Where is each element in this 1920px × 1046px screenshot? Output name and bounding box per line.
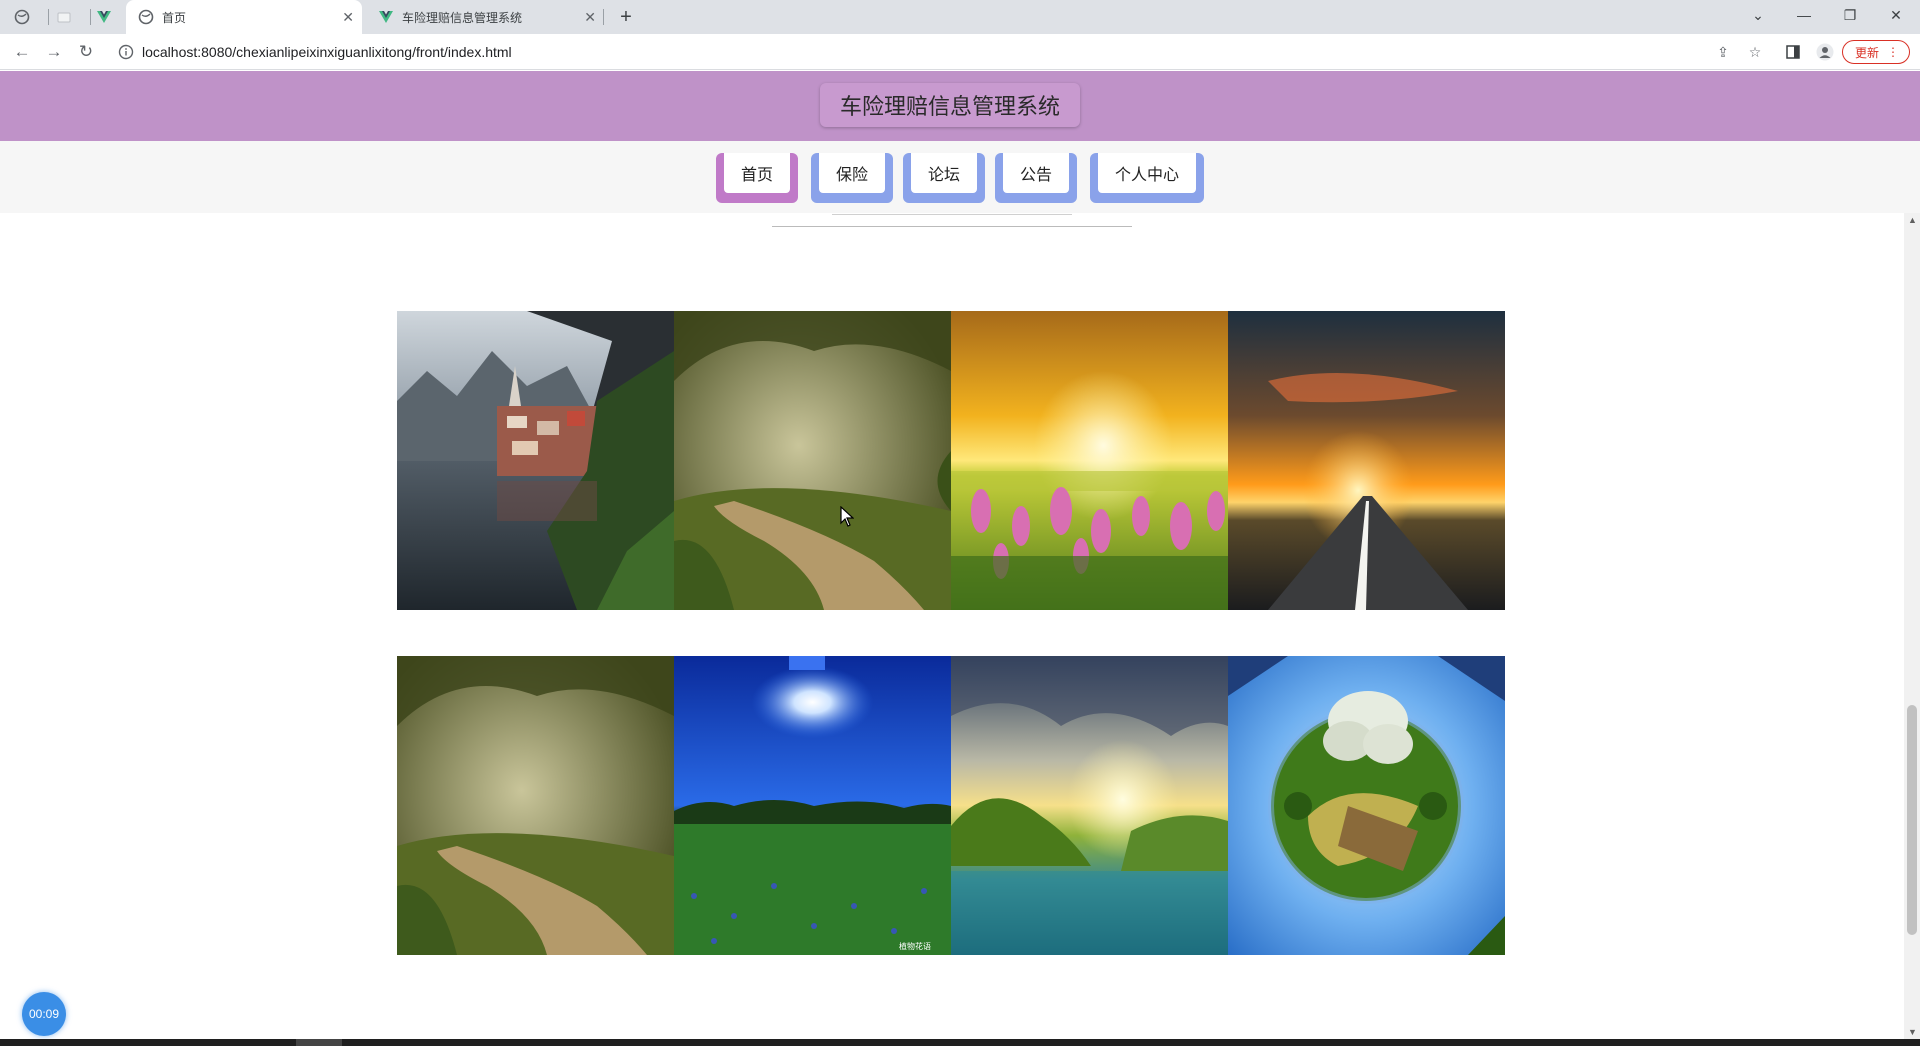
bookmark-star-icon[interactable]: ☆ [1746,43,1764,61]
nav-forum[interactable]: 论坛 [903,153,985,203]
nav-label: 保险 [819,153,885,193]
side-panel-icon[interactable] [1784,43,1802,61]
blank-page-icon [56,9,72,25]
bottom-taskbar [0,1039,1920,1046]
nav-label: 公告 [1003,153,1069,193]
vue-logo-icon [378,9,394,25]
globe-icon [14,9,30,25]
site-header: 车险理赔信息管理系统 [0,71,1920,141]
gallery-image-blue-sky-meadow[interactable]: 植物花语 [674,656,951,955]
gallery-image-lake-village[interactable] [397,311,674,610]
reload-icon[interactable]: ↻ [74,40,98,64]
address-bar[interactable]: localhost:8080/chexianlipeixinxiguanlixi… [110,38,1915,66]
close-window-icon[interactable]: ✕ [1874,0,1918,30]
nav-insurance[interactable]: 保险 [811,153,893,203]
browser-toolbar: ← → ↻ localhost:8080/chexianlipeixinxigu… [0,34,1920,70]
recording-timer[interactable]: 00:09 [22,992,66,1036]
back-icon[interactable]: ← [10,40,34,64]
forward-icon[interactable]: → [42,40,66,64]
browser-tab[interactable]: 车险理赔信息管理系统 ✕ [368,0,604,34]
nav-label: 论坛 [911,153,977,193]
nav-underline [772,226,1132,227]
new-tab-button[interactable]: + [612,0,640,34]
browser-tab[interactable] [96,0,126,34]
profile-avatar-icon[interactable] [1816,43,1834,61]
site-nav: 首页 保险 论坛 公告 个人中心 [0,141,1920,213]
scroll-up-arrow-icon[interactable]: ▲ [1908,215,1917,225]
browser-tab[interactable] [14,0,44,34]
nav-underline [832,214,1072,215]
close-tab-icon[interactable]: ✕ [342,9,354,26]
share-icon[interactable]: ⇪ [1714,43,1732,61]
tab-search-icon[interactable]: ⌄ [1736,0,1780,30]
page-scrollbar[interactable]: ▲ ▼ [1904,213,1920,1039]
tab-title: 首页 [162,10,187,25]
scrollbar-thumb[interactable] [1907,705,1917,935]
mouse-cursor-icon [840,505,855,533]
gallery-image-flower-sunset[interactable] [951,311,1228,610]
site-title: 车险理赔信息管理系统 [820,83,1080,127]
update-button[interactable]: 更新 ⋮ [1841,40,1910,64]
update-label: 更新 [1854,45,1879,60]
nav-home[interactable]: 首页 [716,153,798,203]
browser-tab-active[interactable]: 首页 ✕ [126,0,362,34]
url-text: localhost:8080/chexianlipeixinxiguanlixi… [142,44,512,60]
close-tab-icon[interactable]: ✕ [584,9,596,26]
site-info-icon[interactable] [118,44,134,65]
gallery-image-road-sunset[interactable] [1228,311,1505,610]
browser-tab[interactable] [56,0,86,34]
nav-label: 个人中心 [1098,153,1196,193]
nav-announcements[interactable]: 公告 [995,153,1077,203]
restore-icon[interactable]: ❐ [1828,0,1872,30]
tab-title: 车险理赔信息管理系统 [402,10,523,25]
scroll-down-arrow-icon[interactable]: ▼ [1908,1027,1917,1037]
gallery-image-forest-path[interactable] [674,311,951,610]
browser-tab-strip: 首页 ✕ 车险理赔信息管理系统 ✕ + ⌄ — ❐ ✕ [0,0,1920,34]
vue-logo-icon [96,9,112,25]
gallery-image-valley-lake[interactable] [951,656,1228,955]
more-menu-icon: ⋮ [1887,45,1899,59]
nav-personal-center[interactable]: 个人中心 [1090,153,1204,203]
globe-icon [138,9,154,25]
minimize-icon[interactable]: — [1782,0,1826,30]
gallery-image-tiny-planet[interactable] [1228,656,1505,955]
image-gallery: 植物花语 [397,311,1507,956]
watermark-text: 植物花语 [899,941,931,951]
nav-label: 首页 [724,153,790,193]
gallery-image-forest-path[interactable] [397,656,674,955]
